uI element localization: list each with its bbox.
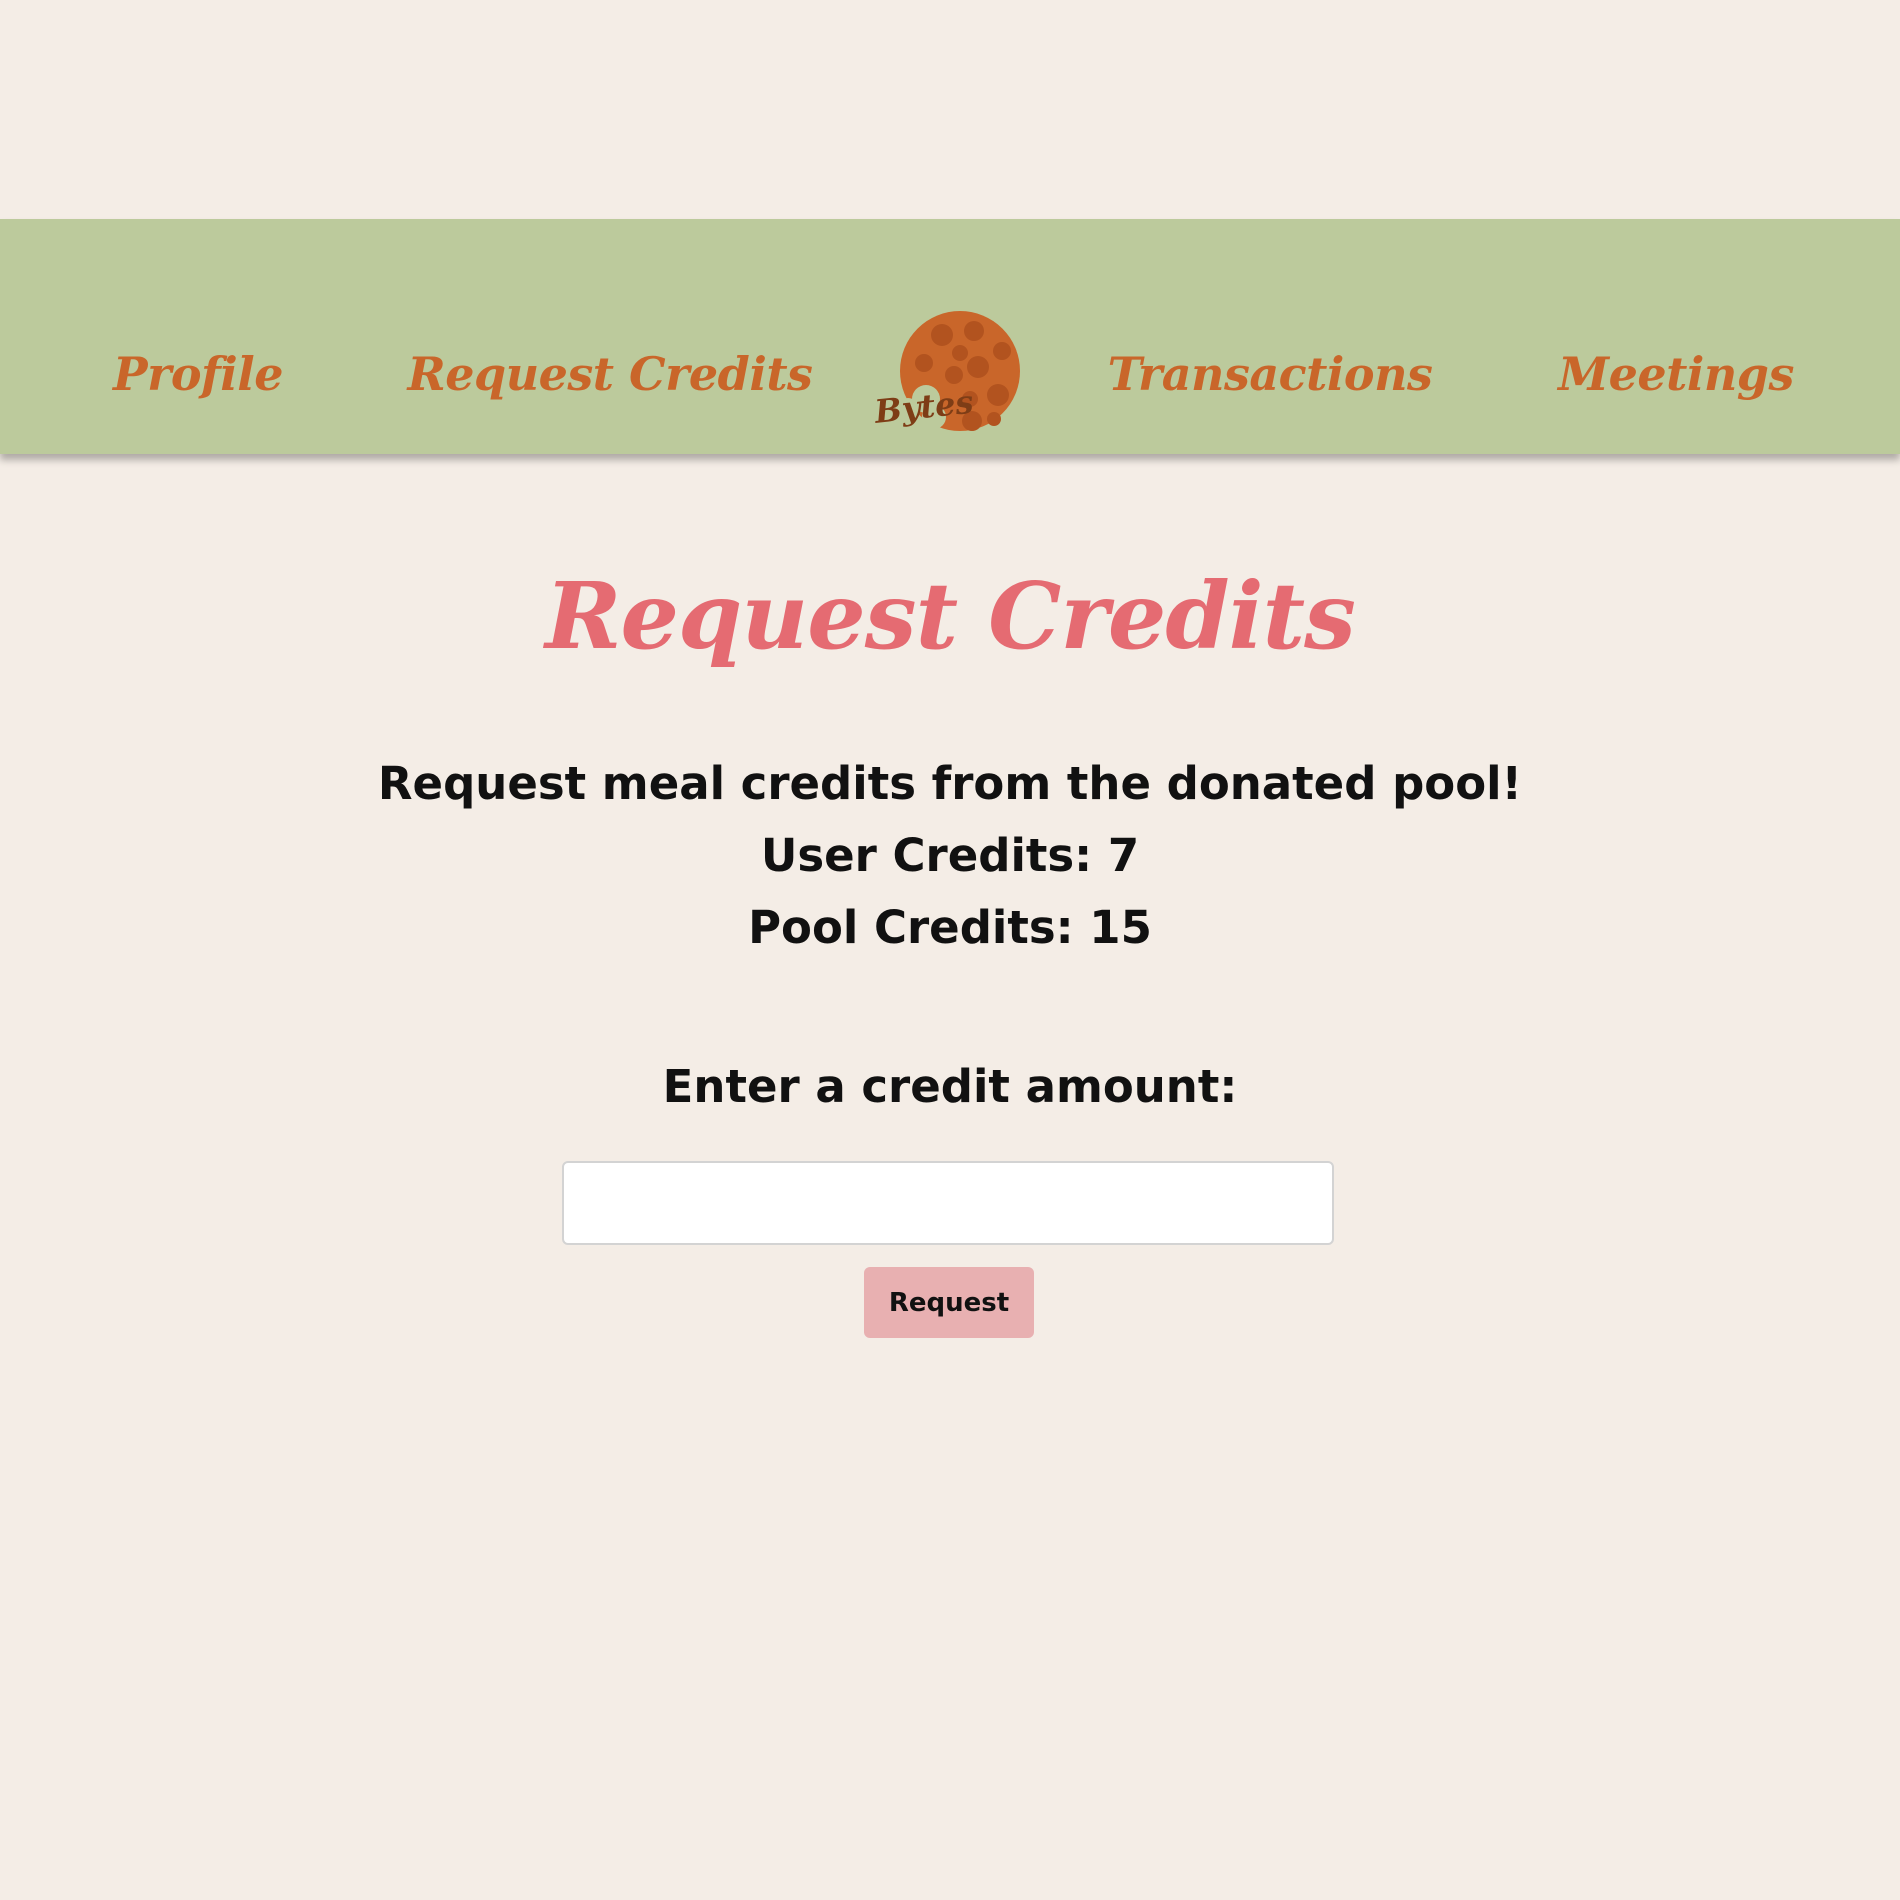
page-title: Request Credits xyxy=(545,562,1356,670)
pool-credits-text: Pool Credits: 15 xyxy=(748,901,1152,954)
nav-link-profile[interactable]: Profile xyxy=(113,219,284,454)
credit-amount-input[interactable] xyxy=(562,1161,1334,1245)
credit-amount-label: Enter a credit amount: xyxy=(662,1060,1238,1113)
request-button[interactable]: Request xyxy=(864,1267,1034,1338)
bytes-logo[interactable]: Bytes xyxy=(872,311,1022,441)
page-description: Request meal credits from the donated po… xyxy=(377,757,1523,810)
user-credits-text: User Credits: 7 xyxy=(760,829,1140,882)
nav-link-request-credits[interactable]: Request Credits xyxy=(408,219,813,454)
top-navbar: Profile Request Credits Bytes Transactio… xyxy=(0,219,1900,454)
nav-link-meetings[interactable]: Meetings xyxy=(1558,219,1794,454)
nav-link-transactions[interactable]: Transactions xyxy=(1108,219,1433,454)
